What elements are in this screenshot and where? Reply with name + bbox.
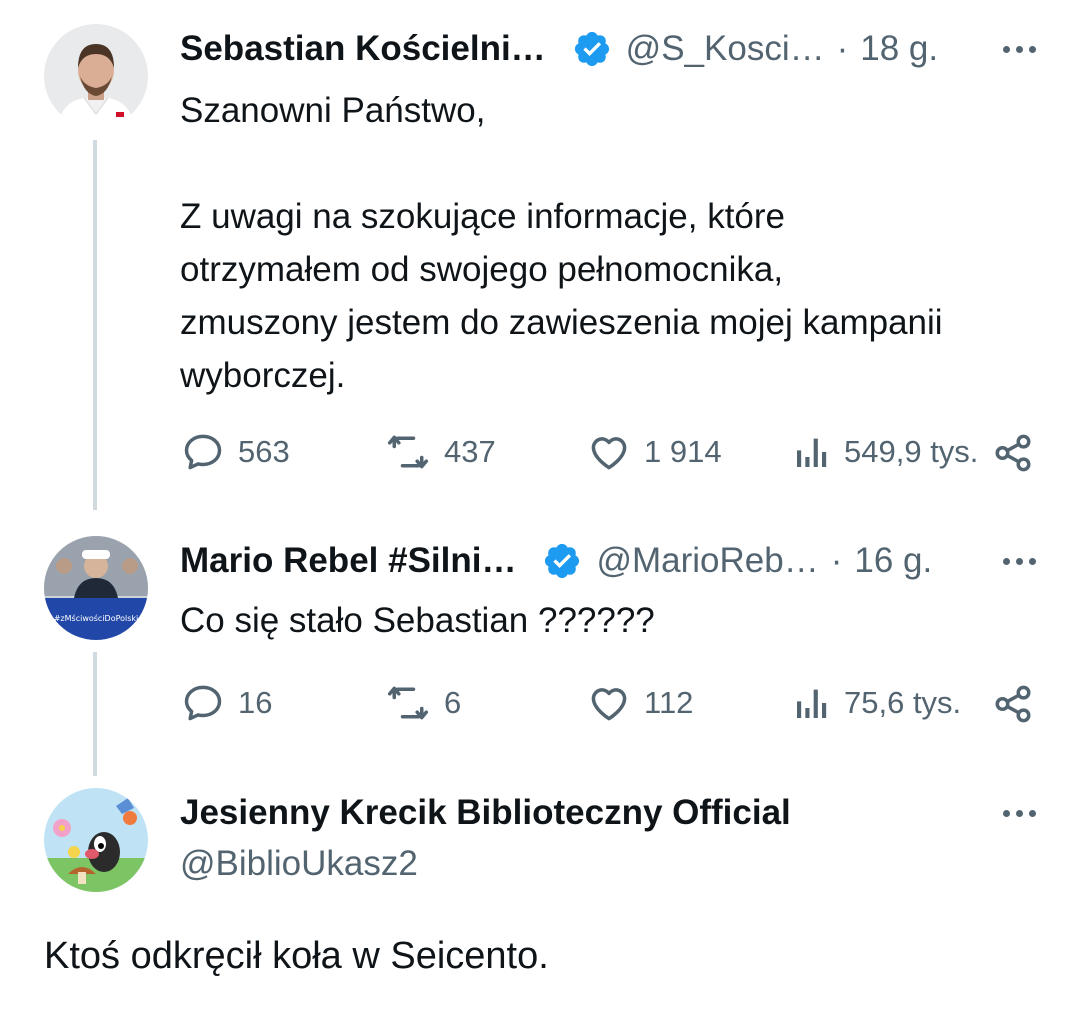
- retweet-icon: [387, 435, 429, 469]
- verified-badge-icon: [542, 541, 582, 581]
- author-handle[interactable]: @MarioReb…: [596, 541, 818, 581]
- author-name[interactable]: Sebastian Kościelni…: [180, 29, 546, 69]
- views-count: 549,9 tys.: [844, 434, 979, 469]
- author-handle[interactable]: @BiblioUkasz2: [180, 844, 418, 884]
- tweet-actions: 16 6 112 75,6 tys.: [180, 681, 1036, 725]
- speech-bubble-icon: [184, 434, 222, 470]
- tweet-header: Mario Rebel #Silni… @MarioReb… · 16 g.: [180, 536, 1036, 586]
- text-line: Z uwagi na szokujące informacje, które: [180, 197, 785, 236]
- thread-line: [93, 140, 97, 510]
- reply-count: 16: [238, 685, 273, 720]
- text-line: Szanowni Państwo,: [180, 91, 486, 130]
- avatar-banner-text: #zMściwościDoPolski: [54, 613, 139, 623]
- bar-chart-icon: [797, 689, 827, 718]
- speech-bubble-icon: [184, 685, 222, 721]
- text-line: wyborczej.: [180, 356, 346, 395]
- verified-badge-icon: [572, 29, 612, 69]
- avatar-mario[interactable]: #zMściwościDoPolski: [44, 536, 148, 640]
- more-dots-icon[interactable]: [1003, 536, 1036, 586]
- views-button[interactable]: 75,6 tys.: [792, 681, 961, 725]
- more-dots-icon[interactable]: [1003, 24, 1036, 74]
- text-line: [180, 137, 1040, 190]
- heart-icon: [591, 688, 627, 721]
- text-line: Co się stało Sebastian ??????: [180, 601, 655, 640]
- reply-button[interactable]: 16: [180, 681, 272, 725]
- author-name[interactable]: Mario Rebel #Silni…: [180, 541, 516, 581]
- tweet-text: Szanowni Państwo, Z uwagi na szokujące i…: [180, 84, 1040, 402]
- avatar-krecik-image: [44, 788, 148, 892]
- author-handle[interactable]: @S_Kosci…: [626, 29, 825, 69]
- retweet-icon: [387, 686, 429, 720]
- tweet-header: Jesienny Krecik Biblioteczny Official: [180, 788, 1036, 838]
- avatar-mario-image: #zMściwościDoPolski: [44, 536, 148, 640]
- timestamp[interactable]: 18 g.: [860, 29, 938, 69]
- tweet-text: Co się stało Sebastian ??????: [180, 594, 1040, 647]
- like-button[interactable]: 112: [586, 681, 693, 725]
- tweet-text: Ktoś odkręcił koła w Seicento.: [44, 935, 549, 977]
- separator-dot: ·: [830, 541, 843, 580]
- tweet-krecik[interactable]: Jesienny Krecik Biblioteczny Official @B…: [0, 780, 1080, 1016]
- reply-button[interactable]: 563: [180, 430, 290, 474]
- text-line: zmuszony jestem do zawieszenia mojej kam…: [180, 303, 943, 342]
- avatar-krecik[interactable]: [44, 788, 148, 892]
- views-button[interactable]: 549,9 tys.: [792, 430, 978, 474]
- author-name[interactable]: Jesienny Krecik Biblioteczny Official: [180, 793, 791, 833]
- avatar-sebastian[interactable]: [44, 24, 148, 128]
- retweet-count: 437: [444, 434, 496, 469]
- separator-dot: ·: [836, 29, 849, 68]
- timestamp[interactable]: 16 g.: [854, 541, 932, 581]
- tweet-header: Sebastian Kościelni… @S_Kosci… · 18 g.: [180, 24, 1036, 74]
- avatar-sebastian-image: [44, 24, 148, 128]
- retweet-count: 6: [444, 685, 462, 720]
- retweet-button[interactable]: 437: [384, 430, 496, 474]
- like-button[interactable]: 1 914: [586, 430, 722, 474]
- share-icon[interactable]: [992, 683, 1034, 733]
- bar-chart-icon: [797, 438, 827, 467]
- like-count: 112: [644, 685, 694, 720]
- tweet-sebastian[interactable]: Sebastian Kościelni… @S_Kosci… · 18 g. S…: [0, 0, 1080, 510]
- retweet-button[interactable]: 6: [384, 681, 461, 725]
- heart-icon: [591, 437, 627, 470]
- conversation-screen: Sebastian Kościelni… @S_Kosci… · 18 g. S…: [0, 0, 1080, 1016]
- tweet-actions: 563 437 1 914 549,9 tys.: [180, 430, 1036, 474]
- reply-count: 563: [238, 434, 290, 469]
- tweet-mario[interactable]: #zMściwościDoPolski Mario Rebel #Silni… …: [0, 510, 1080, 780]
- thread-line: [93, 652, 97, 776]
- like-count: 1 914: [644, 434, 722, 469]
- views-count: 75,6 tys.: [844, 685, 962, 720]
- share-icon[interactable]: [992, 432, 1034, 482]
- text-line: otrzymałem od swojego pełnomocnika,: [180, 250, 784, 289]
- more-dots-icon[interactable]: [1003, 788, 1036, 838]
